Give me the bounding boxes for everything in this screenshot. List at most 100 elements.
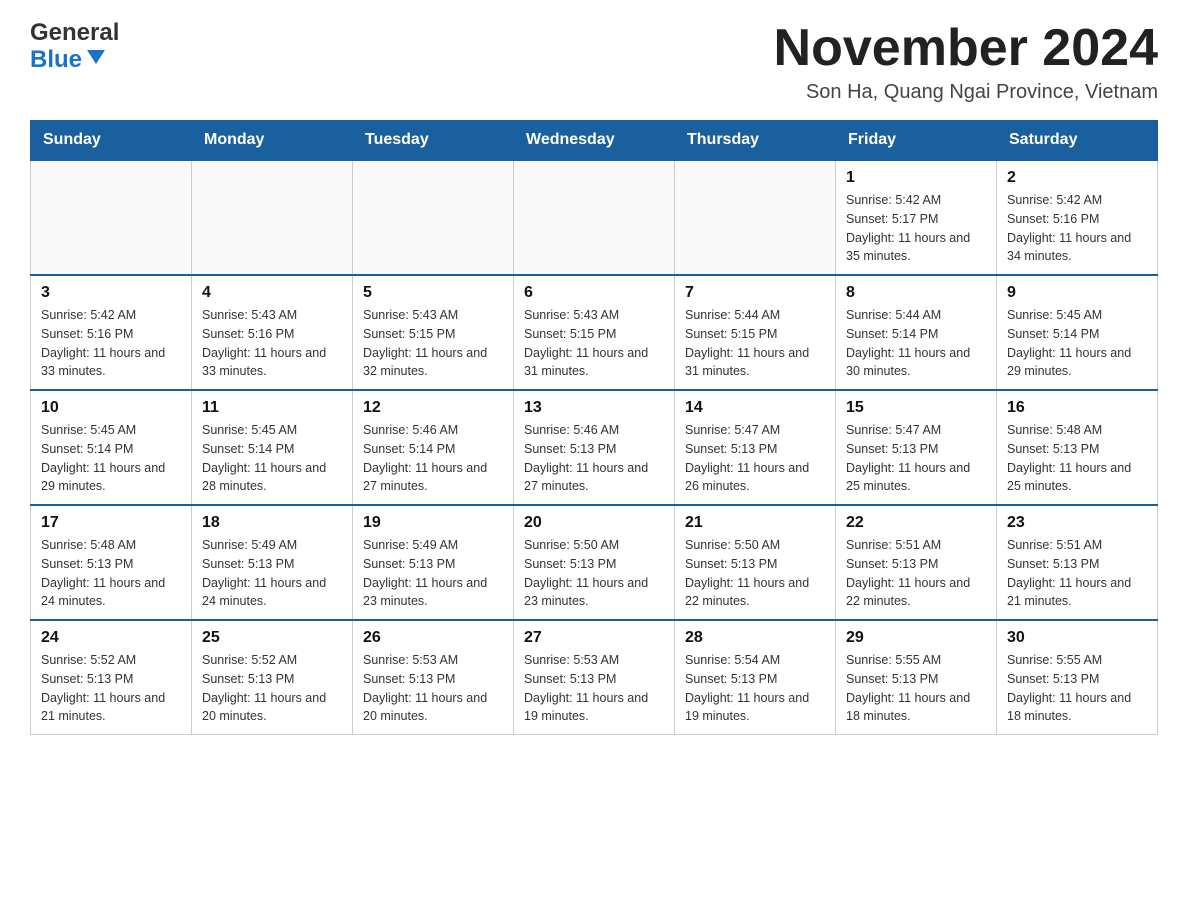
- calendar-cell: [675, 160, 836, 275]
- day-info: Sunrise: 5:48 AM Sunset: 5:13 PM Dayligh…: [1007, 421, 1147, 496]
- calendar-cell: 21 Sunrise: 5:50 AM Sunset: 5:13 PM Dayli…: [675, 505, 836, 620]
- day-number: 26: [363, 629, 503, 647]
- logo-general-text: General: [30, 20, 119, 46]
- calendar-cell: 6Sunrise: 5:43 AM Sunset: 5:15 PM Daylig…: [514, 275, 675, 390]
- calendar-cell: 30Sunrise: 5:55 AM Sunset: 5:13 PM Dayli…: [997, 620, 1158, 735]
- day-info: Sunrise: 5:55 AM Sunset: 5:13 PM Dayligh…: [1007, 651, 1147, 726]
- calendar-cell: 22 Sunrise: 5:51 AM Sunset: 5:13 PM Dayli…: [836, 505, 997, 620]
- calendar-cell: 23Sunrise: 5:51 AM Sunset: 5:13 PM Dayli…: [997, 505, 1158, 620]
- day-info: Sunrise: 5:45 AM Sunset: 5:14 PM Dayligh…: [202, 421, 342, 496]
- calendar-week-row: 1 Sunrise: 5:42 AM Sunset: 5:17 PM Daylig…: [31, 160, 1158, 275]
- calendar-cell: 27Sunrise: 5:53 AM Sunset: 5:13 PM Dayli…: [514, 620, 675, 735]
- calendar-cell: 17 Sunrise: 5:48 AM Sunset: 5:13 PM Dayli…: [31, 505, 192, 620]
- day-number: 15: [846, 399, 986, 417]
- page-header: General Blue November 2024 Son Ha, Quang…: [30, 20, 1158, 104]
- day-number: 27: [524, 629, 664, 647]
- calendar-cell: 2 Sunrise: 5:42 AM Sunset: 5:16 PM Daylig…: [997, 160, 1158, 275]
- day-number: 24: [41, 629, 181, 647]
- calendar-cell: 28 Sunrise: 5:54 AM Sunset: 5:13 PM Dayli…: [675, 620, 836, 735]
- column-header-friday: Friday: [836, 121, 997, 161]
- calendar-cell: 1 Sunrise: 5:42 AM Sunset: 5:17 PM Daylig…: [836, 160, 997, 275]
- calendar-cell: 26 Sunrise: 5:53 AM Sunset: 5:13 PM Dayli…: [353, 620, 514, 735]
- day-info: Sunrise: 5:55 AM Sunset: 5:13 PM Dayligh…: [846, 651, 986, 726]
- day-info: Sunrise: 5:48 AM Sunset: 5:13 PM Dayligh…: [41, 536, 181, 611]
- calendar-week-row: 24 Sunrise: 5:52 AM Sunset: 5:13 PM Dayli…: [31, 620, 1158, 735]
- day-info: Sunrise: 5:42 AM Sunset: 5:16 PM Dayligh…: [1007, 191, 1147, 266]
- calendar-cell: 20 Sunrise: 5:50 AM Sunset: 5:13 PM Dayli…: [514, 505, 675, 620]
- day-number: 13: [524, 399, 664, 417]
- day-number: 16: [1007, 399, 1147, 417]
- day-number: 10: [41, 399, 181, 417]
- day-info: Sunrise: 5:45 AM Sunset: 5:14 PM Dayligh…: [1007, 306, 1147, 381]
- day-number: 29: [846, 629, 986, 647]
- day-info: Sunrise: 5:47 AM Sunset: 5:13 PM Dayligh…: [846, 421, 986, 496]
- day-number: 19: [363, 514, 503, 532]
- calendar-cell: 18 Sunrise: 5:49 AM Sunset: 5:13 PM Dayli…: [192, 505, 353, 620]
- day-info: Sunrise: 5:52 AM Sunset: 5:13 PM Dayligh…: [41, 651, 181, 726]
- day-number: 3: [41, 284, 181, 302]
- day-info: Sunrise: 5:51 AM Sunset: 5:13 PM Dayligh…: [846, 536, 986, 611]
- day-info: Sunrise: 5:54 AM Sunset: 5:13 PM Dayligh…: [685, 651, 825, 726]
- day-info: Sunrise: 5:43 AM Sunset: 5:15 PM Dayligh…: [363, 306, 503, 381]
- day-info: Sunrise: 5:45 AM Sunset: 5:14 PM Dayligh…: [41, 421, 181, 496]
- day-number: 1: [846, 169, 986, 187]
- calendar-cell: 14Sunrise: 5:47 AM Sunset: 5:13 PM Dayli…: [675, 390, 836, 505]
- page-title: November 2024: [774, 20, 1158, 77]
- page-subtitle: Son Ha, Quang Ngai Province, Vietnam: [774, 81, 1158, 104]
- calendar-week-row: 10 Sunrise: 5:45 AM Sunset: 5:14 PM Dayli…: [31, 390, 1158, 505]
- day-info: Sunrise: 5:42 AM Sunset: 5:16 PM Dayligh…: [41, 306, 181, 381]
- day-number: 11: [202, 399, 342, 417]
- logo-arrow-icon: [85, 46, 107, 73]
- day-info: Sunrise: 5:50 AM Sunset: 5:13 PM Dayligh…: [685, 536, 825, 611]
- day-number: 14: [685, 399, 825, 417]
- column-header-monday: Monday: [192, 121, 353, 161]
- calendar-cell: 12 Sunrise: 5:46 AM Sunset: 5:14 PM Dayli…: [353, 390, 514, 505]
- day-number: 5: [363, 284, 503, 302]
- day-number: 18: [202, 514, 342, 532]
- calendar-cell: 19 Sunrise: 5:49 AM Sunset: 5:13 PM Dayli…: [353, 505, 514, 620]
- day-number: 17: [41, 514, 181, 532]
- logo-blue-text: Blue: [30, 47, 82, 73]
- column-header-saturday: Saturday: [997, 121, 1158, 161]
- calendar-cell: 5 Sunrise: 5:43 AM Sunset: 5:15 PM Daylig…: [353, 275, 514, 390]
- calendar-cell: 8Sunrise: 5:44 AM Sunset: 5:14 PM Daylig…: [836, 275, 997, 390]
- column-header-tuesday: Tuesday: [353, 121, 514, 161]
- calendar-cell: 10 Sunrise: 5:45 AM Sunset: 5:14 PM Dayli…: [31, 390, 192, 505]
- day-number: 12: [363, 399, 503, 417]
- day-info: Sunrise: 5:49 AM Sunset: 5:13 PM Dayligh…: [363, 536, 503, 611]
- column-header-wednesday: Wednesday: [514, 121, 675, 161]
- day-number: 8: [846, 284, 986, 302]
- day-number: 6: [524, 284, 664, 302]
- day-number: 22: [846, 514, 986, 532]
- day-info: Sunrise: 5:46 AM Sunset: 5:13 PM Dayligh…: [524, 421, 664, 496]
- day-info: Sunrise: 5:51 AM Sunset: 5:13 PM Dayligh…: [1007, 536, 1147, 611]
- calendar-cell: 4Sunrise: 5:43 AM Sunset: 5:16 PM Daylig…: [192, 275, 353, 390]
- day-number: 21: [685, 514, 825, 532]
- day-info: Sunrise: 5:49 AM Sunset: 5:13 PM Dayligh…: [202, 536, 342, 611]
- calendar-cell: 7Sunrise: 5:44 AM Sunset: 5:15 PM Daylig…: [675, 275, 836, 390]
- day-info: Sunrise: 5:50 AM Sunset: 5:13 PM Dayligh…: [524, 536, 664, 611]
- day-number: 4: [202, 284, 342, 302]
- logo: General Blue: [30, 20, 119, 75]
- day-number: 9: [1007, 284, 1147, 302]
- day-info: Sunrise: 5:42 AM Sunset: 5:17 PM Dayligh…: [846, 191, 986, 266]
- calendar-week-row: 17 Sunrise: 5:48 AM Sunset: 5:13 PM Dayli…: [31, 505, 1158, 620]
- calendar-table: SundayMondayTuesdayWednesdayThursdayFrid…: [30, 120, 1158, 735]
- calendar-week-row: 3 Sunrise: 5:42 AM Sunset: 5:16 PM Daylig…: [31, 275, 1158, 390]
- calendar-cell: 29 Sunrise: 5:55 AM Sunset: 5:13 PM Dayli…: [836, 620, 997, 735]
- calendar-cell: [514, 160, 675, 275]
- calendar-cell: 16 Sunrise: 5:48 AM Sunset: 5:13 PM Dayli…: [997, 390, 1158, 505]
- day-info: Sunrise: 5:46 AM Sunset: 5:14 PM Dayligh…: [363, 421, 503, 496]
- calendar-cell: 24 Sunrise: 5:52 AM Sunset: 5:13 PM Dayli…: [31, 620, 192, 735]
- day-info: Sunrise: 5:44 AM Sunset: 5:15 PM Dayligh…: [685, 306, 825, 381]
- day-info: Sunrise: 5:53 AM Sunset: 5:13 PM Dayligh…: [363, 651, 503, 726]
- day-number: 20: [524, 514, 664, 532]
- day-number: 28: [685, 629, 825, 647]
- calendar-cell: 11 Sunrise: 5:45 AM Sunset: 5:14 PM Dayli…: [192, 390, 353, 505]
- title-area: November 2024 Son Ha, Quang Ngai Provinc…: [774, 20, 1158, 104]
- calendar-cell: 3 Sunrise: 5:42 AM Sunset: 5:16 PM Daylig…: [31, 275, 192, 390]
- day-number: 2: [1007, 169, 1147, 187]
- day-number: 25: [202, 629, 342, 647]
- calendar-cell: [192, 160, 353, 275]
- column-header-sunday: Sunday: [31, 121, 192, 161]
